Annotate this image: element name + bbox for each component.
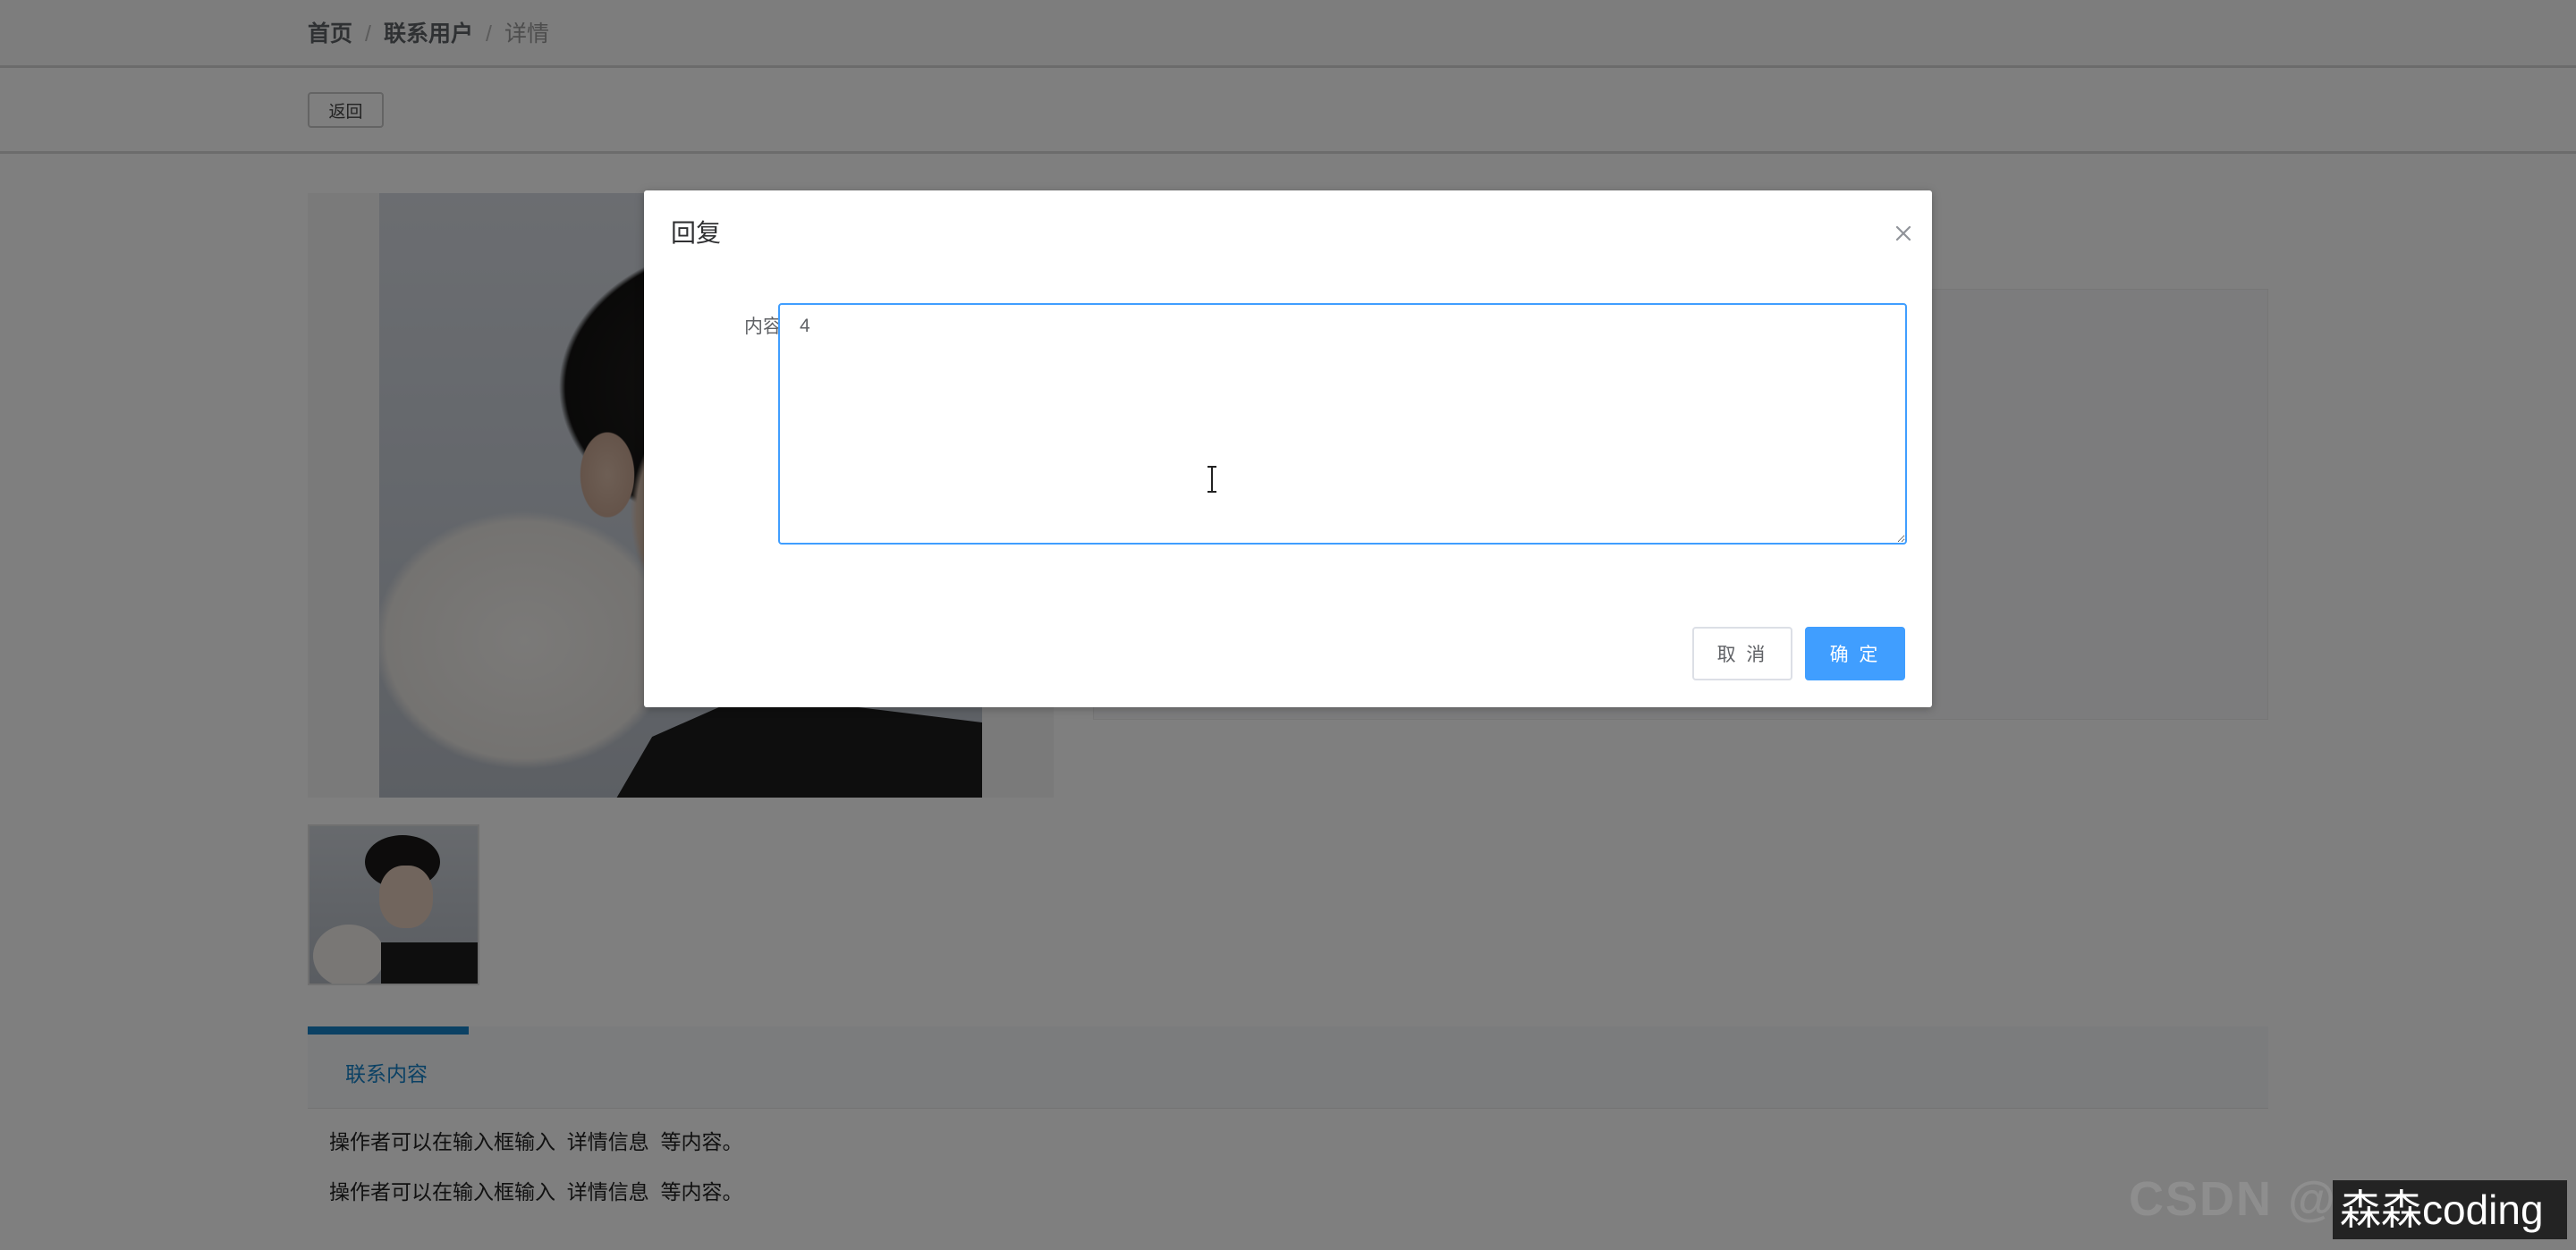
close-icon[interactable] [1887, 217, 1919, 249]
faint-watermark: CSDN @ [2129, 1172, 2337, 1226]
channel-watermark: 森森coding [2333, 1180, 2567, 1239]
reply-dialog: 回复 内容 取 消 确 定 [644, 190, 1932, 707]
cancel-button[interactable]: 取 消 [1692, 627, 1792, 680]
dialog-title: 回复 [671, 219, 722, 247]
content-textarea[interactable] [778, 303, 1907, 545]
text-cursor-icon [1208, 466, 1216, 493]
confirm-button[interactable]: 确 定 [1805, 627, 1905, 680]
content-field-label: 内容 [744, 317, 782, 337]
